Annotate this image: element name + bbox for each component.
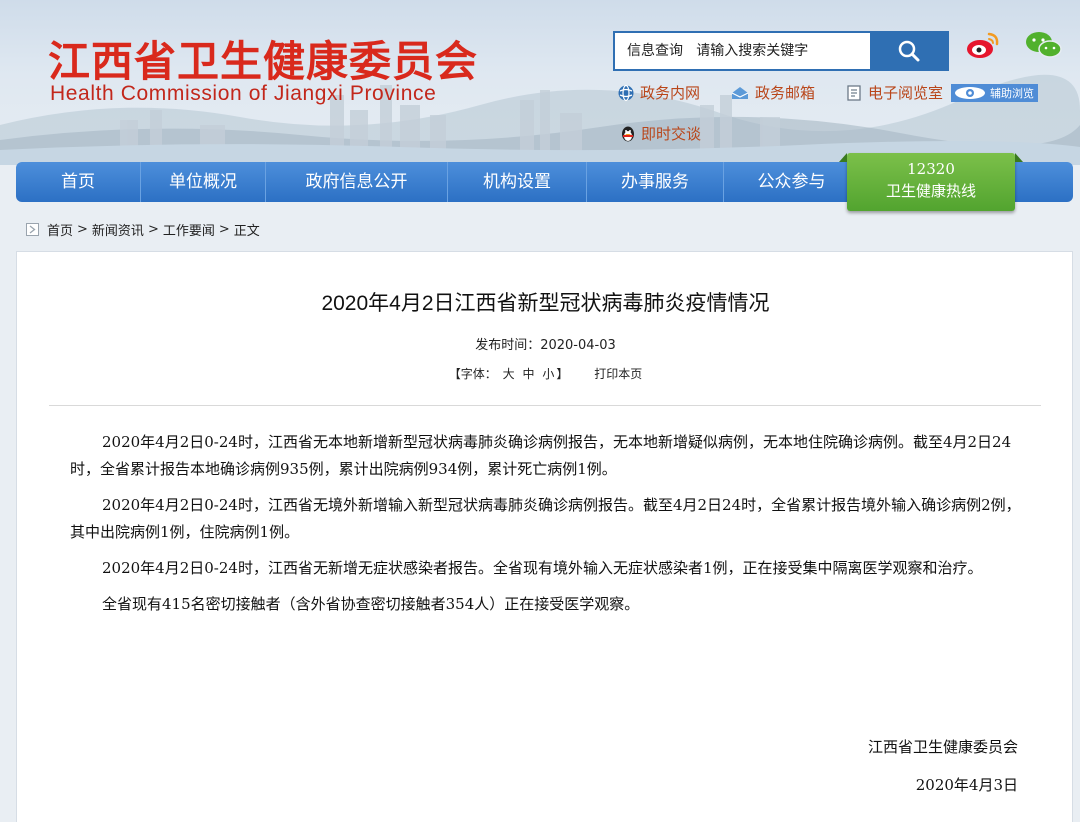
breadcrumb-home[interactable]: 首页 xyxy=(47,220,73,239)
site-header: 江西省卫生健康委员会 Health Commission of Jiangxi … xyxy=(0,0,1080,165)
hotline-button[interactable]: 12320 卫生健康热线 xyxy=(839,153,1023,211)
article-signature: 江西省卫生健康委员会 xyxy=(867,738,1018,756)
breadcrumb-news[interactable]: 新闻资讯 xyxy=(92,220,144,239)
nav-home[interactable]: 首页 xyxy=(16,162,141,202)
font-size-close: 】 xyxy=(556,367,569,381)
logo-english: Health Commission of Jiangxi Province xyxy=(50,82,437,105)
instant-chat-label: 即时交谈 xyxy=(641,125,702,143)
article-panel: 2020年4月2日江西省新型冠状病毒肺炎疫情情况 发布时间：2020-04-03… xyxy=(16,251,1073,822)
search-category[interactable]: 信息查询 xyxy=(615,33,696,69)
assist-browse-button[interactable]: 辅助浏览 xyxy=(951,83,1039,102)
publish-date: 2020-04-03 xyxy=(540,338,616,353)
breadcrumb: 首页 > 新闻资讯 > 工作要闻 > 正文 xyxy=(26,220,260,239)
article-sign-date: 2020年4月3日 xyxy=(915,776,1018,794)
hotline-label: 卫生健康热线 xyxy=(885,182,976,200)
link-mailbox[interactable]: 政务邮箱 xyxy=(730,82,815,103)
header-links: 政务内网 政务邮箱 电子阅览室 辅助浏览 xyxy=(617,82,1039,103)
article-paragraph: 全省现有415名密切接触者（含外省协查密切接触者354人）正在接受医学观察。 xyxy=(102,595,640,613)
breadcrumb-separator: > xyxy=(218,222,230,237)
search-input[interactable] xyxy=(696,33,871,69)
globe-icon xyxy=(618,84,634,101)
logo-chinese: 江西省卫生健康委员会 xyxy=(48,37,479,86)
nav-gov-info[interactable]: 政府信息公开 xyxy=(266,162,448,202)
link-intranet[interactable]: 政务内网 xyxy=(617,82,700,103)
article-paragraph: 2020年4月2日0-24时，江西省无本地新增新型冠状病毒肺炎确诊病例报告，无本… xyxy=(70,433,1012,478)
wechat-icon[interactable] xyxy=(1024,30,1064,60)
article-title: 2020年4月2日江西省新型冠状病毒肺炎疫情情况 xyxy=(321,292,770,315)
print-page-link[interactable]: 打印本页 xyxy=(594,367,642,381)
divider xyxy=(49,405,1041,406)
nav-services[interactable]: 办事服务 xyxy=(587,162,724,202)
link-instant-chat[interactable]: 即时交谈 xyxy=(620,123,701,144)
font-size-large[interactable]: 大 xyxy=(503,367,515,381)
link-intranet-label: 政务内网 xyxy=(640,84,701,102)
font-size-medium[interactable]: 中 xyxy=(522,367,534,381)
nav-unit-overview[interactable]: 单位概况 xyxy=(141,162,266,202)
mail-icon xyxy=(731,86,749,99)
article-body: 2020年4月2日0-24时，江西省无本地新增新型冠状病毒肺炎确诊病例报告，无本… xyxy=(70,429,1030,627)
font-size-small[interactable]: 小 xyxy=(542,367,554,381)
breadcrumb-separator: > xyxy=(77,222,88,237)
link-reading-room[interactable]: 电子阅览室 xyxy=(845,82,943,103)
qq-penguin-icon xyxy=(622,126,634,141)
article-tools: 【字体： 大 中 小】 打印本页 xyxy=(17,365,1074,382)
nav-public-participation[interactable]: 公众参与 xyxy=(724,162,859,202)
article-meta: 发布时间：2020-04-03 xyxy=(17,334,1074,353)
article-paragraph: 2020年4月2日0-24时，江西省无新增无症状感染者报告。全省现有境外输入无症… xyxy=(102,559,983,577)
link-mailbox-label: 政务邮箱 xyxy=(755,84,816,102)
font-size-label: 【字体： xyxy=(448,367,497,381)
article-paragraph: 2020年4月2日0-24时，江西省无境外新增输入新型冠状病毒肺炎确诊病例报告。… xyxy=(70,496,1021,541)
eye-icon xyxy=(955,86,986,99)
breadcrumb-work-news[interactable]: 工作要闻 xyxy=(163,220,215,239)
book-icon xyxy=(847,84,861,101)
search-box: 信息查询 xyxy=(613,31,949,71)
breadcrumb-separator: > xyxy=(147,222,159,237)
assist-browse-label: 辅助浏览 xyxy=(990,86,1035,100)
weibo-icon[interactable] xyxy=(965,30,1001,60)
location-icon xyxy=(26,223,39,236)
hotline-number: 12320 xyxy=(907,160,955,178)
publish-label: 发布时间： xyxy=(475,338,541,353)
search-button[interactable] xyxy=(870,33,947,69)
nav-organization[interactable]: 机构设置 xyxy=(448,162,587,202)
search-icon xyxy=(898,40,920,62)
breadcrumb-current: 正文 xyxy=(233,224,260,239)
link-reading-room-label: 电子阅览室 xyxy=(868,84,944,102)
